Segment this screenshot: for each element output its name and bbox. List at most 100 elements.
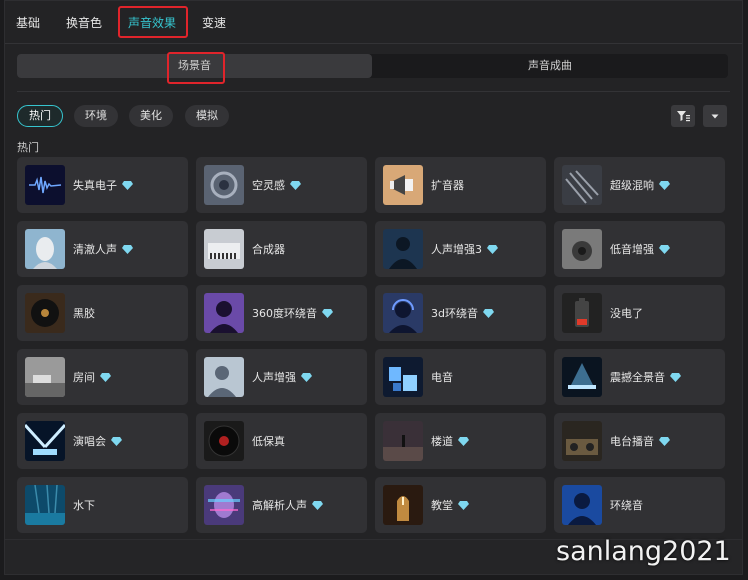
effect-card[interactable]: 人声增强3 <box>375 221 546 277</box>
diamond-icon <box>670 372 681 382</box>
megaphone-thumbnail <box>383 165 423 205</box>
singer-thumbnail <box>383 229 423 269</box>
effect-label: 3d环绕音 <box>431 307 478 320</box>
diamond-icon <box>659 244 670 254</box>
effect-label: 没电了 <box>610 307 643 320</box>
effect-card[interactable]: 合成器 <box>196 221 367 277</box>
purple-head-thumbnail <box>204 293 244 333</box>
effect-card[interactable]: 黑胶 <box>17 285 188 341</box>
diamond-icon <box>122 180 133 190</box>
filter-button[interactable] <box>671 105 695 127</box>
effect-label: 电台播音 <box>610 435 654 448</box>
caret-down-icon <box>711 114 719 119</box>
effect-label: 人声增强3 <box>431 243 482 256</box>
effect-card[interactable]: 水下 <box>17 477 188 533</box>
effect-card[interactable]: 没电了 <box>554 285 725 341</box>
chip-beautify[interactable]: 美化 <box>129 105 173 127</box>
chip-environment[interactable]: 环境 <box>74 105 118 127</box>
effect-label: 360度环绕音 <box>252 307 317 320</box>
effect-card[interactable]: 低音增强 <box>554 221 725 277</box>
effect-card[interactable]: 3d环绕音 <box>375 285 546 341</box>
stage-thumbnail <box>562 357 602 397</box>
effect-label: 房间 <box>73 371 95 384</box>
diamond-icon <box>122 244 133 254</box>
effect-card[interactable]: 教堂 <box>375 477 546 533</box>
expand-dropdown-button[interactable] <box>703 105 727 127</box>
diamond-icon <box>458 500 469 510</box>
concert-thumbnail <box>25 421 65 461</box>
top-tab-bar: 基础 换音色 声音效果 变速 <box>5 1 742 44</box>
effect-card[interactable]: 360度环绕音 <box>196 285 367 341</box>
effect-card[interactable]: 超级混响 <box>554 157 725 213</box>
effect-card[interactable]: 扩音器 <box>375 157 546 213</box>
effect-label: 教堂 <box>431 499 453 512</box>
electronic-wave-thumbnail <box>25 165 65 205</box>
diamond-icon <box>100 372 111 382</box>
filter-icon <box>677 111 690 122</box>
effect-label: 环绕音 <box>610 499 643 512</box>
effect-card[interactable]: 震撼全景音 <box>554 349 725 405</box>
effect-label: 合成器 <box>252 243 285 256</box>
effect-card[interactable]: 房间 <box>17 349 188 405</box>
battery-thumbnail <box>562 293 602 333</box>
headphones-thumbnail <box>383 293 423 333</box>
effect-card[interactable]: 演唱会 <box>17 413 188 469</box>
chip-hot[interactable]: 热门 <box>17 105 63 127</box>
blue-profile-thumbnail <box>562 485 602 525</box>
effect-card[interactable]: 失真电子 <box>17 157 188 213</box>
tab-basic[interactable]: 基础 <box>16 14 40 31</box>
audio-effects-panel: 基础 换音色 声音效果 变速 场景音 声音成曲 热门 环境 美化 模拟 热门 失… <box>4 0 743 575</box>
face-thumbnail <box>25 229 65 269</box>
tab-speed[interactable]: 变速 <box>202 14 226 31</box>
effect-label: 空灵感 <box>252 179 285 192</box>
effect-card[interactable]: 环绕音 <box>554 477 725 533</box>
segment-sound-to-song[interactable]: 声音成曲 <box>372 54 728 78</box>
diamond-icon <box>322 308 333 318</box>
silhouette-thumbnail <box>204 357 244 397</box>
effect-label: 扩音器 <box>431 179 464 192</box>
divider <box>17 91 730 92</box>
chip-simulate[interactable]: 模拟 <box>185 105 229 127</box>
effect-label: 高解析人声 <box>252 499 307 512</box>
tab-voice-change[interactable]: 换音色 <box>66 14 102 31</box>
effect-label: 黑胶 <box>73 307 95 320</box>
effect-label: 震撼全景音 <box>610 371 665 384</box>
diamond-icon <box>458 436 469 446</box>
watermark-text: sanlang2021 <box>556 536 731 567</box>
effect-label: 低音增强 <box>610 243 654 256</box>
effect-label: 失真电子 <box>73 179 117 192</box>
church-thumbnail <box>383 485 423 525</box>
record-thumbnail <box>204 421 244 461</box>
diamond-icon <box>312 500 323 510</box>
tab-sound-effects[interactable]: 声音效果 <box>128 14 176 31</box>
effect-card[interactable]: 人声增强 <box>196 349 367 405</box>
diamond-icon <box>111 436 122 446</box>
speaker-thumbnail <box>562 229 602 269</box>
blocks-thumbnail <box>383 357 423 397</box>
diamond-icon <box>659 180 670 190</box>
effect-card[interactable]: 高解析人声 <box>196 477 367 533</box>
effect-grid: 失真电子 空灵感 扩音器 超级混响 清澈人声 合成器 人声增强3 低音增强 黑胶… <box>17 157 729 533</box>
vinyl-thumbnail <box>25 293 65 333</box>
diamond-icon <box>487 244 498 254</box>
effect-label: 演唱会 <box>73 435 106 448</box>
room-thumbnail <box>25 357 65 397</box>
effect-card[interactable]: 清澈人声 <box>17 221 188 277</box>
swirl-thumbnail <box>204 165 244 205</box>
segment-scene-sound[interactable]: 场景音 <box>17 54 372 78</box>
diamond-icon <box>290 180 301 190</box>
effect-card[interactable]: 低保真 <box>196 413 367 469</box>
effect-label: 楼道 <box>431 435 453 448</box>
radio-thumbnail <box>562 421 602 461</box>
diamond-icon <box>301 372 312 382</box>
glitch-face-thumbnail <box>204 485 244 525</box>
synth-thumbnail <box>204 229 244 269</box>
effect-card[interactable]: 楼道 <box>375 413 546 469</box>
underwater-thumbnail <box>25 485 65 525</box>
effect-label: 水下 <box>73 499 95 512</box>
effect-card[interactable]: 电台播音 <box>554 413 725 469</box>
effect-card[interactable]: 空灵感 <box>196 157 367 213</box>
effect-label: 超级混响 <box>610 179 654 192</box>
effect-card[interactable]: 电音 <box>375 349 546 405</box>
mixer-thumbnail <box>562 165 602 205</box>
